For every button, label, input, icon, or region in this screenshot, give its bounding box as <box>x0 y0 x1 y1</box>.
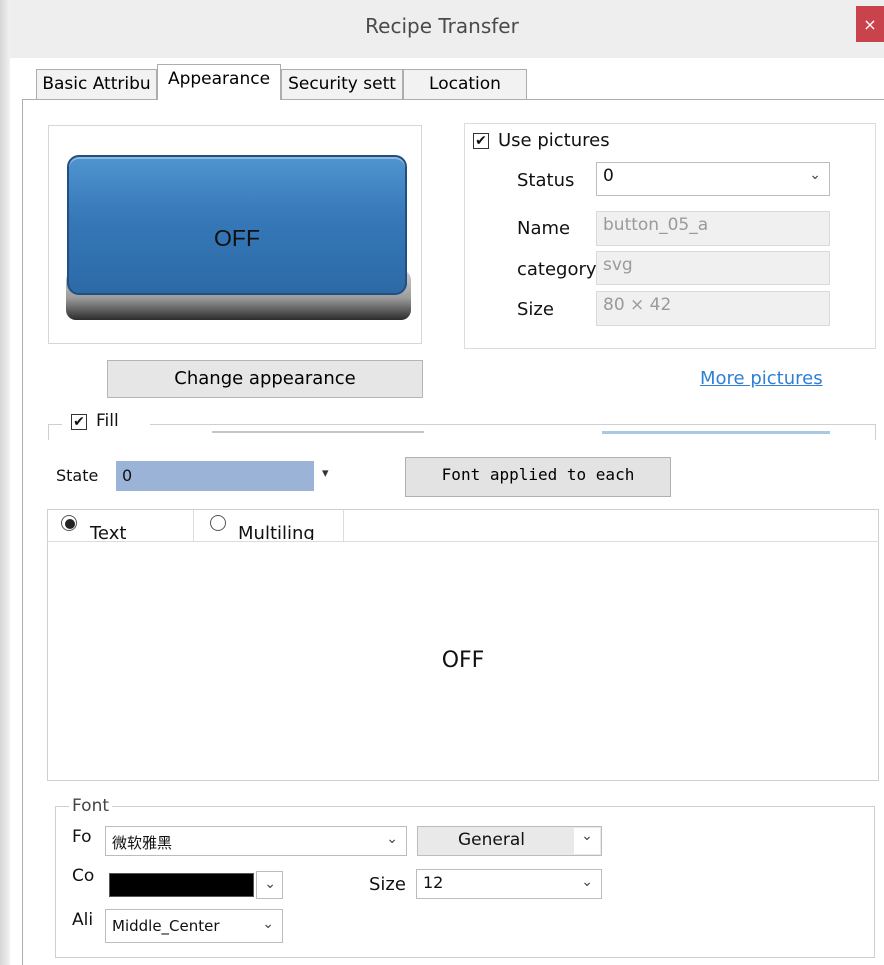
name-field: button_05_a <box>596 211 830 246</box>
chevron-down-icon: ⌄ <box>264 876 276 892</box>
text-radio-label: Text <box>90 523 127 540</box>
tab-appearance[interactable]: Appearance <box>157 64 281 100</box>
window-title: Recipe Transfer <box>365 14 519 38</box>
font-size-select[interactable]: 12 ⌄ <box>416 869 602 899</box>
use-pictures-label: Use pictures <box>498 130 610 151</box>
size-label: Size <box>517 299 554 320</box>
tab-basic-attributes[interactable]: Basic Attribu <box>36 69 157 99</box>
panel-left-border <box>22 99 23 965</box>
chevron-down-icon: ⌄ <box>386 831 398 847</box>
text-tab-separator <box>343 510 344 541</box>
state-label: State <box>56 466 99 485</box>
multilingual-radio-label: Multiling <box>238 523 315 540</box>
fill-color-edge <box>602 431 830 437</box>
text-preview: OFF <box>441 648 485 673</box>
font-color-swatch[interactable] <box>109 873 254 897</box>
font-style-select[interactable]: General ⌄ <box>417 826 602 856</box>
font-align-label: Ali <box>72 910 94 930</box>
fill-control-edge <box>212 431 424 437</box>
font-color-label: Co <box>72 866 95 886</box>
font-style-value: General <box>458 830 525 850</box>
tab-security-settings[interactable]: Security sett <box>281 69 403 99</box>
category-field: svg <box>596 251 830 285</box>
font-group-title: Font <box>69 796 113 816</box>
window-left-edge <box>0 0 10 965</box>
font-applied-to-each-button[interactable]: Font applied to each <box>405 457 671 497</box>
text-tabs-divider <box>47 541 879 542</box>
close-icon: × <box>863 14 877 34</box>
close-button[interactable]: × <box>856 6 884 42</box>
font-name-value: 微软雅黑 <box>112 834 173 852</box>
state-value: 0 <box>122 466 133 485</box>
font-size-label: Size <box>369 874 406 895</box>
fill-label: Fill <box>96 411 119 431</box>
category-label: category <box>517 259 597 280</box>
checkmark-icon: ✔ <box>73 414 85 430</box>
tab-label: Location <box>429 74 501 94</box>
text-editor-area[interactable] <box>47 509 879 781</box>
change-appearance-button[interactable]: Change appearance <box>107 360 423 398</box>
tab-label: Security sett <box>288 74 396 94</box>
dropdown-arrow-icon: ▾ <box>322 466 329 481</box>
tab-location[interactable]: Location <box>403 69 527 99</box>
tab-baseline <box>22 99 884 100</box>
tab-label: Appearance <box>167 69 271 89</box>
font-size-value: 12 <box>423 873 444 892</box>
more-pictures-link[interactable]: More pictures <box>700 368 823 389</box>
chevron-down-icon: ⌄ <box>581 874 593 890</box>
checkmark-icon: ✔ <box>475 133 487 149</box>
text-tab-separator <box>193 510 194 541</box>
status-select[interactable]: 0 ⌄ <box>596 162 830 196</box>
multilingual-radio[interactable] <box>210 515 226 531</box>
preview-button-text: OFF <box>214 225 260 251</box>
size-field: 80 × 42 <box>596 291 830 326</box>
use-pictures-checkbox[interactable]: ✔ <box>473 133 489 149</box>
name-label: Name <box>517 218 571 239</box>
state-select-highlight <box>116 461 314 491</box>
status-label: Status <box>517 170 575 191</box>
chevron-down-icon: ⌄ <box>574 828 600 854</box>
font-name-label: Fo <box>72 827 92 847</box>
fill-checkbox[interactable]: ✔ <box>71 414 87 430</box>
chevron-down-icon: ⌄ <box>262 916 274 932</box>
text-radio[interactable] <box>61 515 77 531</box>
font-align-value: Middle_Center <box>112 917 220 935</box>
chevron-down-icon: ⌄ <box>809 167 821 183</box>
font-name-select[interactable]: 微软雅黑 ⌄ <box>105 826 407 856</box>
font-color-dropdown[interactable]: ⌄ <box>256 871 283 899</box>
tab-label: Basic Attribu <box>42 74 151 94</box>
status-value: 0 <box>603 166 614 186</box>
font-align-select[interactable]: Middle_Center ⌄ <box>105 909 283 943</box>
